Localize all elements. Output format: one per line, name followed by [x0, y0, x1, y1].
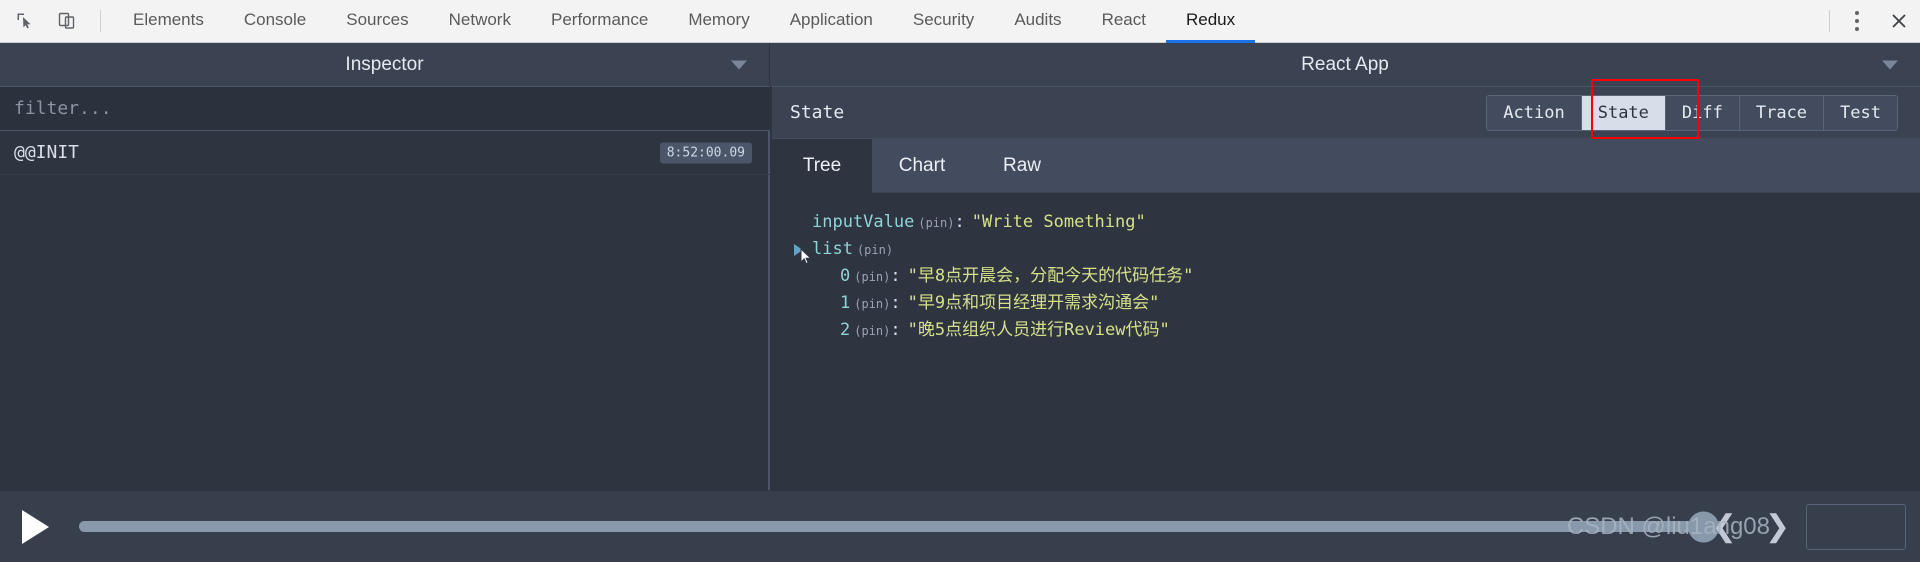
tree-index: 0 — [840, 266, 851, 286]
devtools-tabs: Elements Console Sources Network Perform… — [113, 0, 1256, 43]
player-right-box[interactable] — [1806, 503, 1906, 550]
tab-audits[interactable]: Audits — [994, 0, 1081, 43]
list-item[interactable]: @@INIT 8:52:00.09 — [0, 131, 770, 175]
tab-sources[interactable]: Sources — [326, 0, 428, 43]
slider-track[interactable] — [79, 521, 1719, 532]
state-panel-title: State — [790, 102, 845, 123]
tree-key: list — [812, 239, 853, 259]
subtab-raw[interactable]: Raw — [972, 139, 1072, 193]
tree-colon: : — [890, 320, 901, 340]
diff-button[interactable]: Diff — [1665, 95, 1740, 130]
state-toolbar: State Action State Diff Trace Test — [772, 86, 1920, 139]
state-panel: State Action State Diff Trace Test Tree … — [772, 86, 1920, 490]
devtools-toolbar: Elements Console Sources Network Perform… — [0, 0, 1920, 43]
subtab-chart[interactable]: Chart — [872, 139, 972, 193]
tree-key: inputValue — [812, 212, 915, 232]
tab-elements[interactable]: Elements — [113, 0, 224, 43]
prev-arrow-icon[interactable]: ❮ — [1712, 511, 1737, 542]
toolbar-right-actions — [1823, 0, 1920, 43]
tab-security[interactable]: Security — [893, 0, 994, 43]
tree-pin-label: (pin) — [854, 296, 891, 311]
tab-performance[interactable]: Performance — [531, 0, 668, 43]
tab-react[interactable]: React — [1082, 0, 1166, 43]
tab-application[interactable]: Application — [770, 0, 893, 43]
action-type-label: @@INIT — [14, 142, 80, 163]
toolbar-right-divider — [1829, 10, 1830, 32]
tab-redux[interactable]: Redux — [1165, 0, 1256, 43]
inspect-element-icon[interactable] — [8, 4, 42, 38]
device-toolbar-icon[interactable] — [50, 4, 84, 38]
state-tree: inputValue (pin) : "Write Something" lis… — [772, 193, 1920, 344]
timeline-slider[interactable] — [79, 511, 1719, 542]
tree-pin-label: (pin) — [918, 215, 955, 230]
react-app-title: React App — [1301, 53, 1389, 75]
trace-button[interactable]: Trace — [1739, 95, 1825, 130]
next-arrow-icon[interactable]: ❯ — [1765, 511, 1790, 542]
tree-pin-label: (pin) — [854, 269, 891, 284]
react-app-panel-header: React App — [770, 43, 1920, 86]
tree-colon: : — [890, 266, 901, 286]
time-travel-player: ❮ ❯ CSDN @liu1ang08 — [0, 490, 1920, 562]
inspector-chevron-down-icon[interactable] — [731, 60, 747, 69]
action-timestamp: 8:52:00.09 — [659, 142, 752, 163]
tree-value: "早8点开晨会，分配今天的代码任务" — [907, 266, 1194, 286]
tree-colon: : — [890, 293, 901, 313]
panel-headers: Inspector React App — [0, 43, 1920, 86]
tree-value: "晚5点组织人员进行Review代码" — [907, 320, 1170, 340]
filter-input[interactable]: filter... — [0, 86, 770, 131]
slider-nav-arrows: ❮ ❯ — [1712, 511, 1790, 542]
tree-pin-label: (pin) — [856, 242, 894, 257]
play-button[interactable] — [22, 509, 49, 544]
tree-value: "早9点和项目经理开需求沟通会" — [907, 293, 1160, 313]
tree-node-list-2[interactable]: 2 (pin) : "晚5点组织人员进行Review代码" — [794, 317, 1920, 344]
subtab-tree[interactable]: Tree — [772, 139, 872, 193]
toolbar-divider — [100, 10, 101, 32]
tree-node-list[interactable]: list (pin) — [794, 236, 1920, 265]
tree-colon: : — [954, 212, 965, 232]
tree-node-list-1[interactable]: 1 (pin) : "早9点和项目经理开需求沟通会" — [794, 290, 1920, 317]
expand-triangle-icon[interactable] — [794, 243, 803, 256]
action-log-list: @@INIT 8:52:00.09 — [0, 131, 770, 175]
tree-pin-label: (pin) — [854, 323, 891, 338]
more-options-icon[interactable] — [1836, 0, 1878, 43]
state-view-button-group: Action State Diff Trace Test — [1486, 94, 1898, 131]
state-button[interactable]: State — [1581, 95, 1666, 130]
tab-network[interactable]: Network — [429, 0, 531, 43]
close-icon[interactable] — [1878, 0, 1920, 43]
tree-node-list-0[interactable]: 0 (pin) : "早8点开晨会，分配今天的代码任务" — [794, 263, 1920, 290]
tab-memory[interactable]: Memory — [668, 0, 769, 43]
react-app-chevron-down-icon[interactable] — [1882, 60, 1898, 69]
devtools-window: Elements Console Sources Network Perform… — [0, 0, 1920, 562]
inspector-panel: filter... @@INIT 8:52:00.09 — [0, 86, 770, 490]
state-subtabs: Tree Chart Raw — [772, 139, 1920, 193]
tree-node-inputValue[interactable]: inputValue (pin) : "Write Something" — [794, 209, 1920, 236]
tree-index: 2 — [840, 320, 851, 340]
action-button[interactable]: Action — [1487, 95, 1582, 130]
test-button[interactable]: Test — [1824, 95, 1897, 130]
tree-index: 1 — [840, 293, 851, 313]
tree-value: "Write Something" — [971, 212, 1146, 232]
inspector-title: Inspector — [345, 53, 424, 75]
tab-console[interactable]: Console — [224, 0, 326, 43]
inspector-panel-header: Inspector — [0, 43, 770, 86]
